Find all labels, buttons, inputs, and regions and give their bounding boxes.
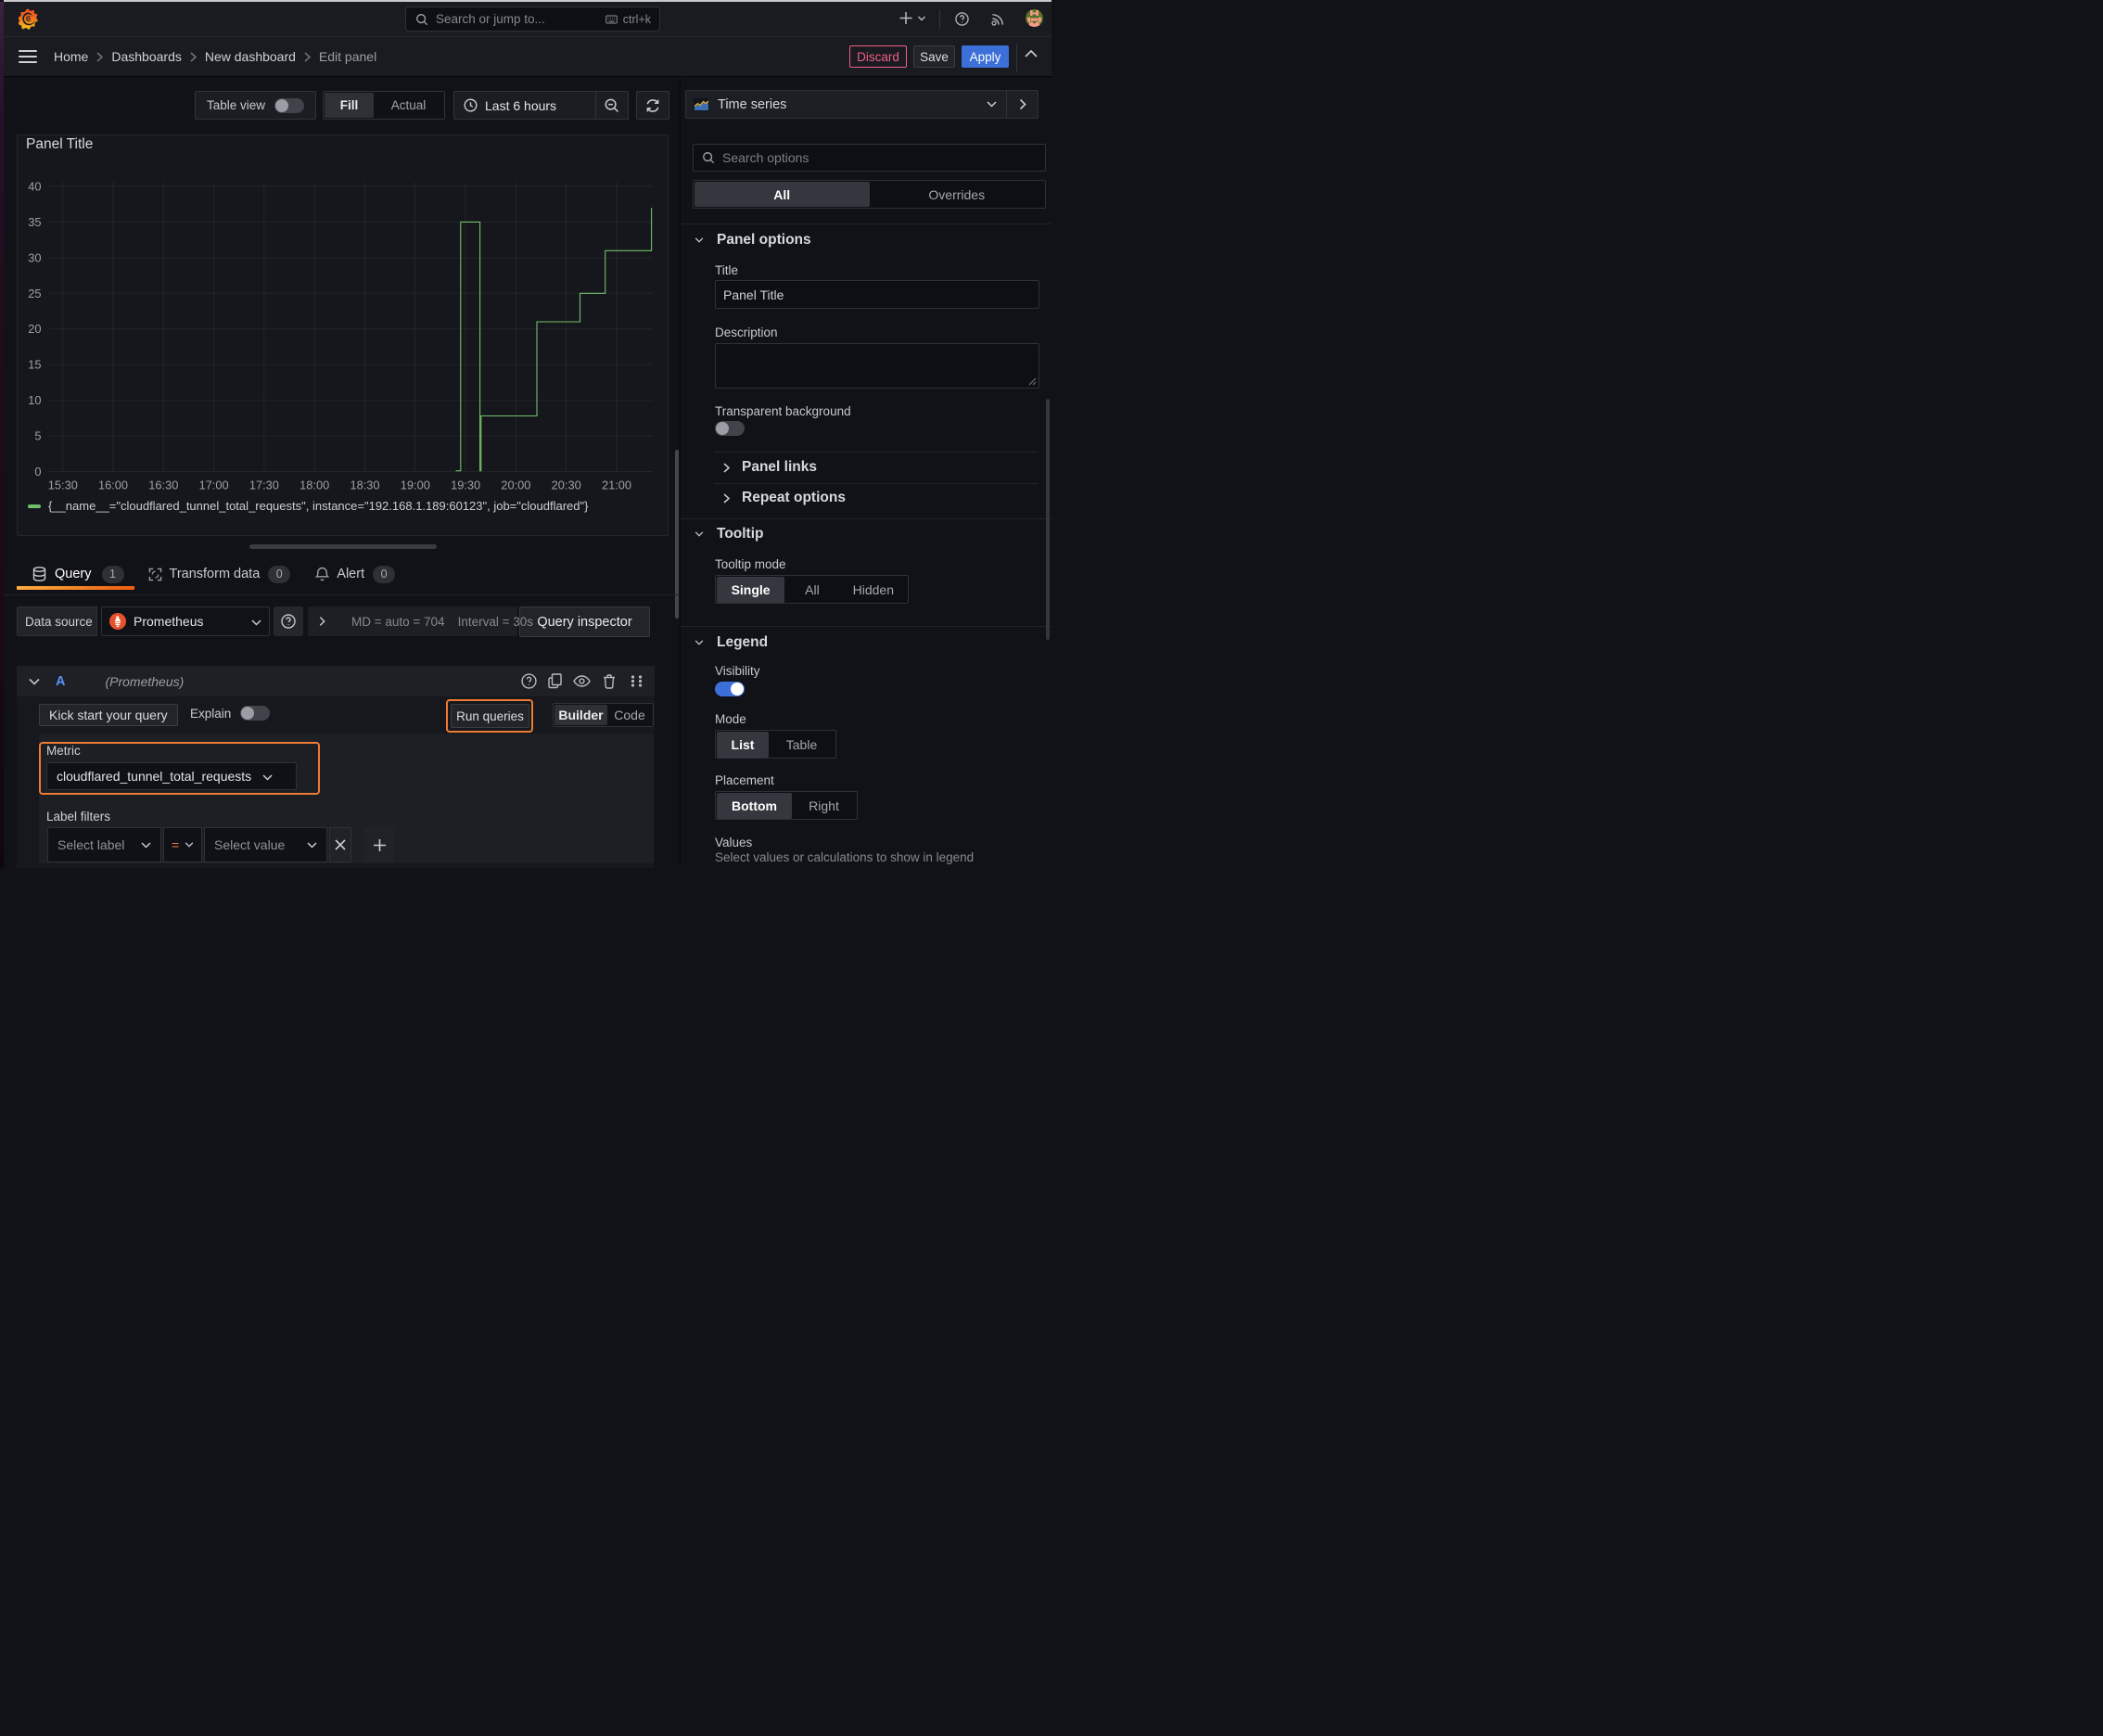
svg-text:20:30: 20:30 [552,479,581,492]
svg-text:30: 30 [28,250,41,264]
svg-text:19:30: 19:30 [451,479,480,492]
svg-text:35: 35 [28,215,41,229]
svg-text:0: 0 [34,465,41,479]
svg-text:20: 20 [28,322,41,336]
svg-text:15: 15 [28,358,41,372]
svg-text:19:00: 19:00 [401,479,430,492]
svg-text:16:00: 16:00 [98,479,128,492]
svg-text:16:30: 16:30 [148,479,178,492]
svg-text:18:30: 18:30 [350,479,379,492]
svg-text:17:00: 17:00 [199,479,229,492]
svg-text:40: 40 [28,180,41,194]
svg-text:21:00: 21:00 [602,479,631,492]
svg-text:17:30: 17:30 [249,479,279,492]
svg-text:15:30: 15:30 [48,479,78,492]
svg-text:25: 25 [28,287,41,300]
svg-text:20:00: 20:00 [501,479,530,492]
svg-text:18:00: 18:00 [300,479,329,492]
svg-text:10: 10 [28,393,41,407]
svg-text:5: 5 [34,429,41,443]
